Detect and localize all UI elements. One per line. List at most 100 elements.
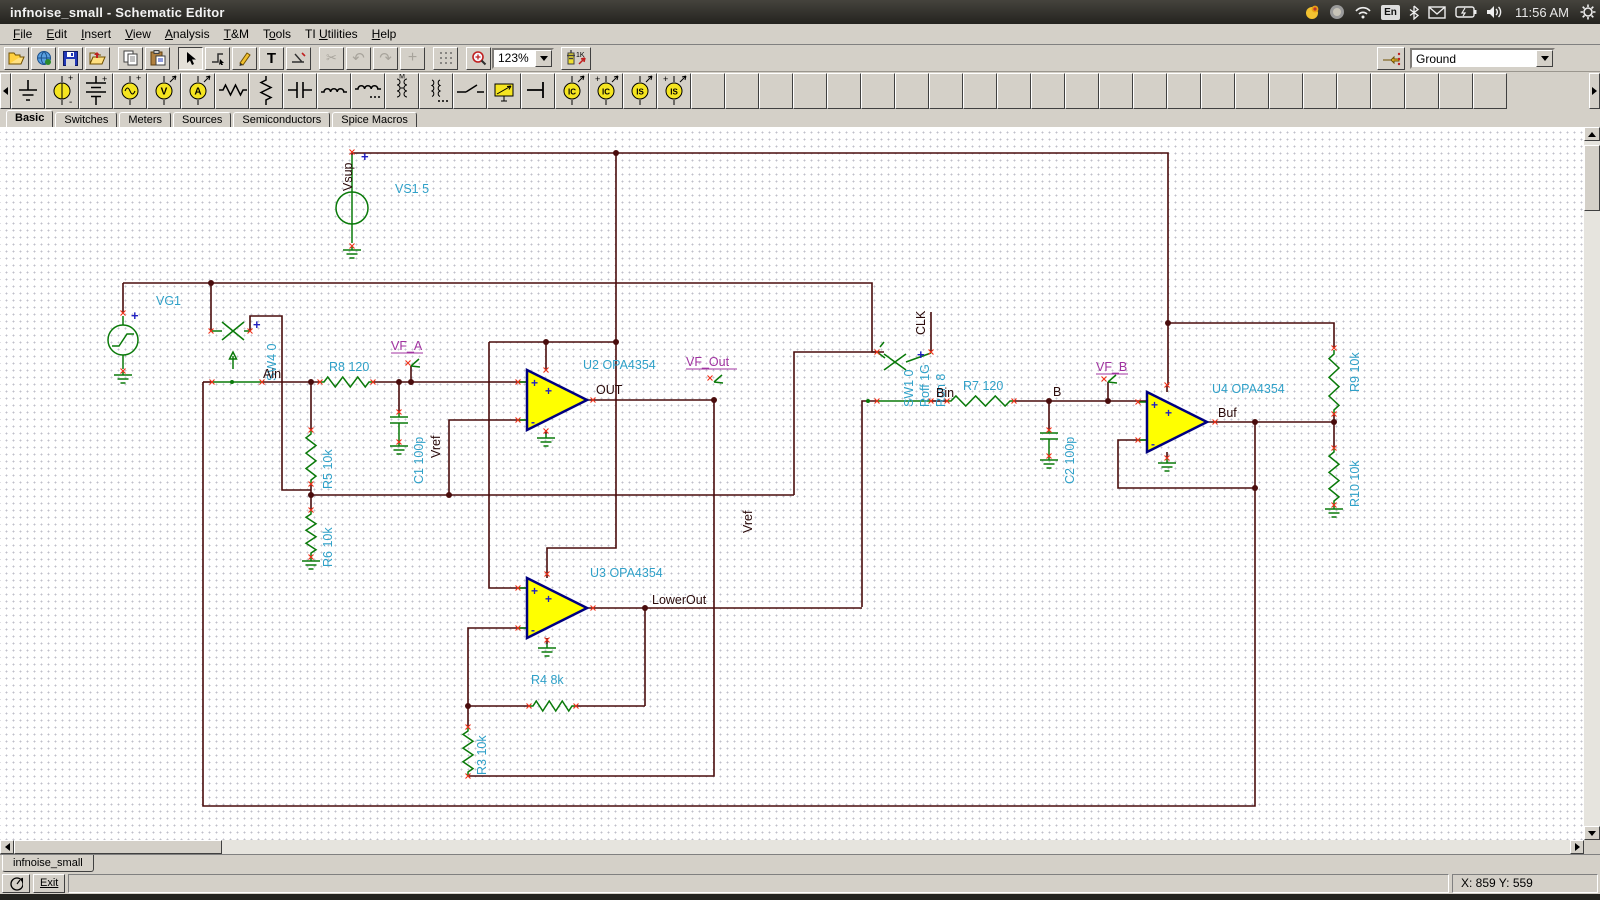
- menu-analysis[interactable]: Analysis: [158, 25, 217, 43]
- component-voltage-source-button[interactable]: +-: [45, 73, 79, 109]
- opamp-symbols[interactable]: ++-++-++-++++: [131, 149, 1207, 638]
- schematic-label-buf[interactable]: Buf: [1218, 406, 1237, 420]
- schematic-canvas[interactable]: ++-++-++-++++ VS1 5VG1SW4 0R8 120C1 100p…: [0, 127, 1584, 840]
- cut-button[interactable]: ✂: [319, 47, 344, 70]
- schematic-label-r9-10k[interactable]: R9 10k: [1348, 352, 1362, 392]
- volume-knob-icon[interactable]: [1329, 3, 1345, 21]
- battery-1k-tool-button[interactable]: 1K: [561, 47, 591, 70]
- schematic-label-c1-100p[interactable]: C1 100p: [412, 437, 426, 484]
- palette-tab-semiconductors[interactable]: Semiconductors: [233, 112, 330, 127]
- scroll-right-button[interactable]: [1570, 840, 1584, 854]
- net-selector-arrow[interactable]: [1536, 50, 1553, 67]
- scroll-left-button[interactable]: [0, 840, 14, 854]
- schematic-label-bin[interactable]: Bin: [936, 386, 954, 400]
- grid-toggle-button[interactable]: [433, 47, 458, 70]
- schematic-labels[interactable]: VS1 5VG1SW4 0R8 120C1 100pR5 10kR6 10kU2…: [156, 162, 1362, 775]
- battery-icon[interactable]: [1455, 3, 1477, 21]
- zoom-combo-arrow[interactable]: [535, 50, 552, 67]
- menu-tools[interactable]: Tools: [256, 25, 298, 43]
- schematic-label-vg1[interactable]: VG1: [156, 294, 181, 308]
- schematic-label-vf-b[interactable]: VF_B: [1096, 360, 1127, 374]
- component-switch-button[interactable]: [453, 73, 487, 109]
- schematic-label-vf-out[interactable]: VF_Out: [686, 355, 730, 369]
- wire-tool-button[interactable]: [205, 47, 230, 70]
- schematic-label-vref[interactable]: Vref: [741, 510, 755, 533]
- component-voltmeter-button[interactable]: V: [147, 73, 181, 109]
- palette-scroll-right[interactable]: [1589, 73, 1600, 109]
- schematic-components[interactable]: [108, 155, 1343, 776]
- menu-view[interactable]: View: [118, 25, 158, 43]
- component-coupled-inductor-button[interactable]: M: [385, 73, 419, 109]
- component-is-source-plus-button[interactable]: IS+: [657, 73, 691, 109]
- save-button[interactable]: [58, 47, 83, 70]
- schematic-label-out[interactable]: OUT: [596, 383, 623, 397]
- schematic-label-u4-opa4354[interactable]: U4 OPA4354: [1212, 382, 1285, 396]
- schematic-label-sw1-0[interactable]: SW1 0: [902, 369, 916, 407]
- schematic-label-r5-10k[interactable]: R5 10k: [321, 449, 335, 489]
- open-project-button[interactable]: [85, 47, 110, 70]
- pencil-tool-button[interactable]: [232, 47, 257, 70]
- hscroll-thumb[interactable]: [14, 840, 222, 854]
- power-gear-icon[interactable]: [1580, 3, 1596, 21]
- wifi-icon[interactable]: [1354, 3, 1372, 21]
- select-tool-button[interactable]: [178, 47, 203, 70]
- schematic-label-ain[interactable]: Ain: [263, 367, 281, 381]
- palette-tab-meters[interactable]: Meters: [119, 112, 171, 127]
- schematic-label-r8-120[interactable]: R8 120: [329, 360, 369, 374]
- bluetooth-icon[interactable]: [1409, 3, 1419, 21]
- component-voltage-generator-button[interactable]: +: [113, 73, 147, 109]
- export-web-button[interactable]: [31, 47, 56, 70]
- component-ic-source-plus-button[interactable]: IC+: [589, 73, 623, 109]
- schematic-label-r3-10k[interactable]: R3 10k: [475, 735, 489, 775]
- scroll-down-button[interactable]: [1584, 826, 1600, 840]
- vscroll-thumb[interactable]: [1584, 145, 1600, 211]
- exit-button[interactable]: Exit: [33, 874, 65, 893]
- component-potentiometer-button[interactable]: [249, 73, 283, 109]
- palette-scroll-left[interactable]: [0, 73, 11, 109]
- zoom-level-combo[interactable]: 123%: [492, 48, 554, 69]
- schematic-label-r10-10k[interactable]: R10 10k: [1348, 460, 1362, 507]
- component-transformer-button[interactable]: [419, 73, 453, 109]
- schematic-label-b[interactable]: B: [1053, 385, 1061, 399]
- palette-tab-spice-macros[interactable]: Spice Macros: [332, 112, 417, 127]
- component-terminal-button[interactable]: [521, 73, 555, 109]
- schematic-label-u2-opa4354[interactable]: U2 OPA4354: [583, 358, 656, 372]
- schematic-label-c2-100p[interactable]: C2 100p: [1063, 437, 1077, 484]
- schematic-label-vref[interactable]: Vref: [429, 435, 443, 458]
- zoom-tool-button[interactable]: [466, 47, 491, 70]
- menu-t-m[interactable]: T&M: [217, 25, 256, 43]
- menu-file[interactable]: File: [6, 25, 39, 43]
- horizontal-scrollbar[interactable]: [0, 840, 1584, 854]
- schematic-label-clk[interactable]: CLK: [914, 310, 928, 335]
- undo-button[interactable]: ↶: [346, 47, 371, 70]
- component-capacitor-button[interactable]: [283, 73, 317, 109]
- redo-button[interactable]: ↷: [373, 47, 398, 70]
- document-tab[interactable]: infnoise_small: [2, 855, 94, 872]
- menu-ti-utilities[interactable]: TI Utilities: [298, 25, 365, 43]
- component-ground-button[interactable]: [11, 73, 45, 109]
- component-battery-button[interactable]: +: [79, 73, 113, 109]
- vertical-scrollbar[interactable]: [1584, 127, 1600, 854]
- net-selector-combo[interactable]: Ground: [1410, 48, 1555, 69]
- copy-button[interactable]: [118, 47, 143, 70]
- speaker-icon[interactable]: [1486, 3, 1504, 21]
- messenger-icon[interactable]: [1304, 3, 1320, 21]
- component-ammeter-button[interactable]: A: [181, 73, 215, 109]
- schematic-label-vsup[interactable]: Vsup: [341, 162, 355, 191]
- keyboard-layout-indicator[interactable]: En: [1381, 5, 1400, 20]
- schematic-label-u3-opa4354[interactable]: U3 OPA4354: [590, 566, 663, 580]
- component-is-source-button[interactable]: IS: [623, 73, 657, 109]
- schematic-label-r6-10k[interactable]: R6 10k: [321, 527, 335, 567]
- wire-edit-tool-button[interactable]: [286, 47, 311, 70]
- menu-edit[interactable]: Edit: [39, 25, 74, 43]
- component-inductor-button[interactable]: [317, 73, 351, 109]
- menu-insert[interactable]: Insert: [74, 25, 118, 43]
- palette-tab-switches[interactable]: Switches: [55, 112, 117, 127]
- component-resistor-button[interactable]: [215, 73, 249, 109]
- open-file-button[interactable]: [4, 47, 29, 70]
- component-controlled-source-button[interactable]: [487, 73, 521, 109]
- analysis-meter-button[interactable]: [2, 874, 30, 893]
- palette-tab-basic[interactable]: Basic: [6, 110, 53, 127]
- palette-tab-sources[interactable]: Sources: [173, 112, 231, 127]
- paste-button[interactable]: [145, 47, 170, 70]
